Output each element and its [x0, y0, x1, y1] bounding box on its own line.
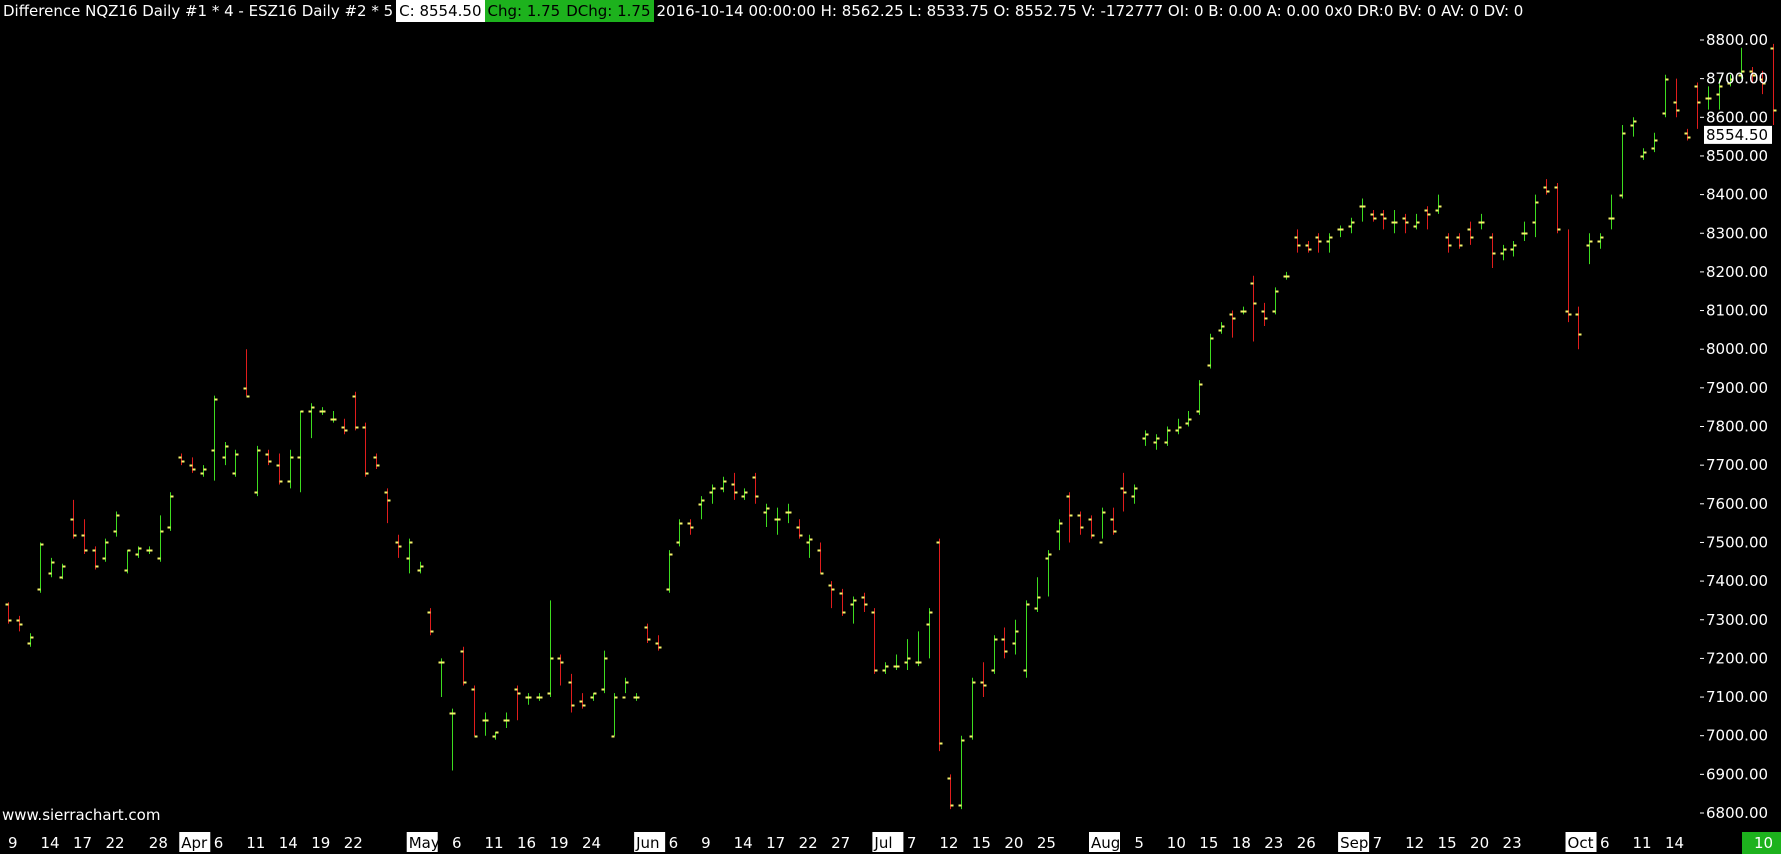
x-tick-label: 7 [1373, 834, 1383, 852]
y-tick-label: 8100.00 [1706, 302, 1768, 320]
x-tick-label: 14 [1665, 834, 1684, 852]
x-tick-label: 15 [1199, 834, 1218, 852]
y-tick-label: 8300.00 [1706, 224, 1768, 242]
x-tick-label: 9 [8, 834, 18, 852]
x-tick-label: 16 [517, 834, 536, 852]
x-tick-label: 23 [1264, 834, 1283, 852]
price-chart[interactable]: 6800.00 6900.00 7000.00 7100.00 7200.00 7300.… [0, 0, 1781, 854]
x-tick-label: 12 [1405, 834, 1424, 852]
y-tick-label: 7300.00 [1706, 611, 1768, 629]
y-tick-label: 7700.00 [1706, 456, 1768, 474]
x-tick-label: 10 [1167, 834, 1186, 852]
x-tick-label: 22 [799, 834, 818, 852]
x-tick-label: 22 [105, 834, 124, 852]
y-tick-label: 7800.00 [1706, 418, 1768, 436]
y-tick-label: 8700.00 [1706, 70, 1768, 88]
x-tick-label: 11 [246, 834, 265, 852]
x-tick-label: 12 [939, 834, 958, 852]
x-tick-label: 20 [1470, 834, 1489, 852]
x-tick-label: 27 [831, 834, 850, 852]
y-tick-label: 7100.00 [1706, 688, 1768, 706]
y-tick-label: 7000.00 [1706, 727, 1768, 745]
x-tick-label: 14 [734, 834, 753, 852]
watermark: www.sierrachart.com [2, 806, 161, 824]
x-tick-label: 20 [1004, 834, 1023, 852]
x-tick-label: 5 [1134, 834, 1144, 852]
x-tick-label: Jun [635, 834, 659, 852]
y-tick-label: 7600.00 [1706, 495, 1768, 513]
x-tick-label: Aug [1091, 834, 1120, 852]
x-tick-label: 15 [972, 834, 991, 852]
corner-badge-label: 10 [1754, 834, 1773, 852]
y-tick-label: 8800.00 [1706, 31, 1768, 49]
x-tick-label: 15 [1438, 834, 1457, 852]
x-tick-label: 9 [701, 834, 711, 852]
x-tick-label: Oct [1568, 834, 1594, 852]
x-tick-label: 7 [907, 834, 917, 852]
y-tick-label: 7500.00 [1706, 533, 1768, 551]
y-tick-label: 8600.00 [1706, 108, 1768, 126]
x-tick-label: 6 [452, 834, 462, 852]
x-tick-label: 19 [550, 834, 569, 852]
y-tick-label: 6900.00 [1706, 765, 1768, 783]
y-tick-label: 7900.00 [1706, 379, 1768, 397]
x-tick-label: Jul [873, 834, 892, 852]
x-tick-label: 23 [1503, 834, 1522, 852]
x-tick-label: 19 [311, 834, 330, 852]
y-tick-label: 6800.00 [1706, 804, 1768, 822]
x-tick-label: 26 [1297, 834, 1316, 852]
x-tick-label: 18 [1232, 834, 1251, 852]
x-tick-label: 6 [1600, 834, 1610, 852]
last-price-label: 8554.50 [1706, 126, 1768, 144]
x-tick-label: 6 [669, 834, 679, 852]
y-tick-label: 8200.00 [1706, 263, 1768, 281]
x-tick-label: Sep [1340, 834, 1368, 852]
x-tick-label: 11 [485, 834, 504, 852]
y-tick-label: 7400.00 [1706, 572, 1768, 590]
x-tick-label: 17 [766, 834, 785, 852]
y-tick-label: 8500.00 [1706, 147, 1768, 165]
x-tick-label: 6 [214, 834, 224, 852]
x-tick-label: Apr [181, 834, 208, 852]
x-tick-label: 14 [279, 834, 298, 852]
x-tick-label: 14 [40, 834, 59, 852]
x-tick-label: May [409, 834, 440, 852]
x-tick-label: 22 [344, 834, 363, 852]
y-tick-label: 8000.00 [1706, 340, 1768, 358]
x-tick-label: 17 [73, 834, 92, 852]
x-tick-label: 24 [582, 834, 601, 852]
x-tick-label: 25 [1037, 834, 1056, 852]
x-tick-label: 28 [149, 834, 168, 852]
x-tick-label: 11 [1633, 834, 1652, 852]
y-tick-label: 8400.00 [1706, 186, 1768, 204]
y-tick-label: 7200.00 [1706, 649, 1768, 667]
